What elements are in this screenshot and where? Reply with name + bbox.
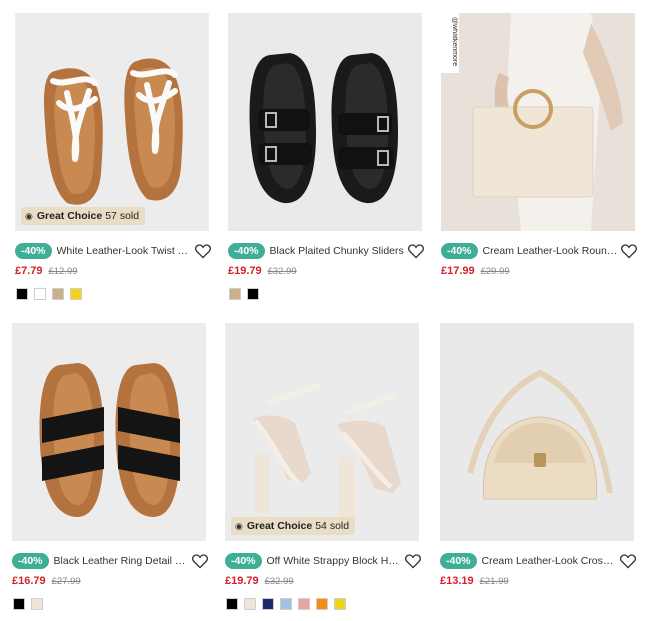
colour-swatch[interactable] [247,288,259,300]
discount-badge: -40% [441,243,478,259]
great-choice-badge: ◉ Great Choice 54 sold [231,517,356,535]
discount-badge: -40% [12,553,49,569]
colour-swatches [226,598,346,610]
original-price: £29.99 [480,266,510,277]
product-card[interactable]: -40% Black Plaited Chunky Sliders £19.79… [228,13,424,300]
flame-icon: ◉ [235,521,243,531]
product-image[interactable] [12,323,206,541]
original-price: £27.99 [51,576,81,587]
product-image[interactable]: ◉ Great Choice 57 sold [15,13,209,231]
colour-swatch[interactable] [298,598,310,610]
product-card[interactable]: -40% Black Leather Ring Detail Mules £16… [12,323,208,610]
colour-swatch[interactable] [16,288,28,300]
sale-price: £13.19 [440,575,474,587]
colour-swatch[interactable] [13,598,25,610]
heel-image [225,323,419,541]
wishlist-heart-icon[interactable] [407,243,425,259]
product-card[interactable]: ◉ Great Choice 57 sold -40% White Leathe… [15,13,211,300]
colour-swatch[interactable] [244,598,256,610]
wishlist-heart-icon[interactable] [619,553,637,569]
discount-badge: -40% [15,243,52,259]
flame-icon: ◉ [25,211,33,221]
badge-label: Great Choice [36,210,103,222]
product-name[interactable]: Cream Leather-Look Round H... [483,245,619,257]
product-image[interactable]: @whatkenmore [441,13,635,231]
product-name[interactable]: Black Leather Ring Detail Mules [54,555,190,567]
colour-swatches [13,598,43,610]
crossbody-bag-image [440,323,634,541]
product-card[interactable]: @whatkenmore -40% Cream Leather-Look Rou… [441,13,637,277]
sale-price: £16.79 [12,575,46,587]
wishlist-heart-icon[interactable] [194,243,212,259]
wishlist-heart-icon[interactable] [404,553,422,569]
sale-price: £17.99 [441,265,475,277]
great-choice-badge: ◉ Great Choice 57 sold [21,207,146,225]
original-price: £32.99 [264,576,294,587]
colour-swatch[interactable] [229,288,241,300]
product-name[interactable]: Black Plaited Chunky Sliders [270,245,406,257]
original-price: £32.99 [267,266,297,277]
discount-badge: -40% [440,553,477,569]
product-card[interactable]: -40% Cream Leather-Look Cross Bo... £13.… [440,323,636,587]
sandal-image [15,13,209,231]
product-name[interactable]: White Leather-Look Twist Toe ... [57,245,193,257]
sale-price: £19.79 [225,575,259,587]
discount-badge: -40% [225,553,262,569]
handbag-image [441,13,635,231]
colour-swatch[interactable] [262,598,274,610]
badge-label: Great Choice [246,520,313,532]
product-image[interactable] [440,323,634,541]
badge-sold-count: 57 sold [105,210,140,222]
product-name[interactable]: Off White Strappy Block Heel ... [267,555,403,567]
slider-image [228,13,422,231]
product-image[interactable]: ◉ Great Choice 54 sold [225,323,419,541]
badge-sold-count: 54 sold [315,520,350,532]
sale-price: £19.79 [228,265,262,277]
colour-swatches [229,288,259,300]
colour-swatch[interactable] [31,598,43,610]
colour-swatch[interactable] [226,598,238,610]
instagram-watermark: @whatkenmore [451,17,458,67]
sale-price: £7.79 [15,265,43,277]
colour-swatches [16,288,82,300]
original-price: £21.99 [479,576,509,587]
colour-swatch[interactable] [316,598,328,610]
colour-swatch[interactable] [280,598,292,610]
colour-swatch[interactable] [70,288,82,300]
original-price: £12.99 [48,266,78,277]
colour-swatch[interactable] [334,598,346,610]
mule-image [12,323,206,541]
product-image[interactable] [228,13,422,231]
colour-swatch[interactable] [52,288,64,300]
product-name[interactable]: Cream Leather-Look Cross Bo... [482,555,618,567]
colour-swatch[interactable] [34,288,46,300]
discount-badge: -40% [228,243,265,259]
product-card[interactable]: ◉ Great Choice 54 sold -40% Off White St… [225,323,421,610]
wishlist-heart-icon[interactable] [620,243,638,259]
wishlist-heart-icon[interactable] [191,553,209,569]
